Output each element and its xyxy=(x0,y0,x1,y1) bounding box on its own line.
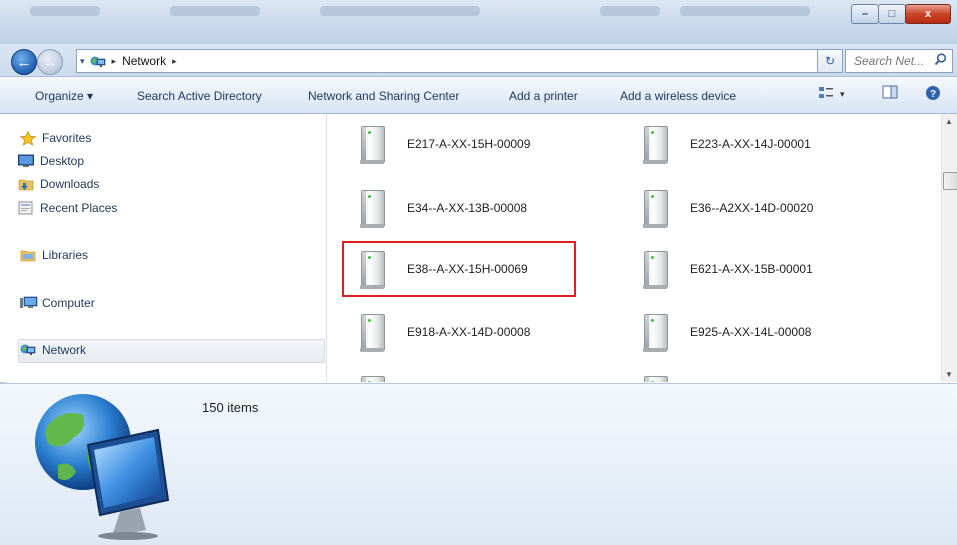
blurred-title-text xyxy=(680,6,810,16)
help-button[interactable]: ? xyxy=(925,85,941,104)
nav-item-label: Network xyxy=(42,343,87,357)
nav-item-label: Downloads xyxy=(40,177,100,191)
computer-name: E621-A-XX-15B-00001 xyxy=(690,262,813,276)
server-computer-icon xyxy=(640,124,670,164)
server-computer-icon xyxy=(357,312,387,352)
add-wireless-device-button[interactable]: Add a wireless device xyxy=(620,89,736,103)
computer-name: E223-A-XX-14J-00001 xyxy=(690,137,811,151)
computer-name: E36--A2XX-14D-00020 xyxy=(690,201,814,215)
computer-name: E925-A-XX-14L-00008 xyxy=(690,325,812,339)
network-icon xyxy=(20,343,36,357)
computer-tile[interactable]: E621-A-XX-15B-00001 xyxy=(640,249,813,289)
blurred-title-text xyxy=(170,6,260,16)
address-row: ← → ▾ ▸ Network ▸ ▾ ↻ xyxy=(0,44,957,77)
blurred-title-text xyxy=(30,6,100,16)
arrow-left-icon: ← xyxy=(16,53,32,71)
nav-item-label: Desktop xyxy=(40,154,85,168)
nav-item-label: Favorites xyxy=(42,131,92,145)
libraries-icon xyxy=(20,248,36,262)
star-icon xyxy=(19,130,37,146)
computer-icon xyxy=(20,296,38,310)
blurred-title-text xyxy=(320,6,480,16)
arrow-right-icon: → xyxy=(42,53,58,71)
nav-item-label: Recent Places xyxy=(40,201,118,215)
server-computer-icon xyxy=(640,374,670,382)
desktop-icon xyxy=(18,154,34,168)
network-globe-monitor-icon xyxy=(28,390,188,543)
server-computer-icon xyxy=(640,249,670,289)
scroll-up-arrow-icon[interactable]: ▲ xyxy=(945,117,953,126)
nav-item-network[interactable]: Network xyxy=(20,343,86,357)
nav-item-libraries[interactable]: Libraries xyxy=(20,248,88,262)
minimize-icon: – xyxy=(861,8,869,20)
title-bar[interactable]: – □ x xyxy=(0,0,957,44)
maximize-button[interactable]: □ xyxy=(878,4,906,24)
nav-item-label: Libraries xyxy=(42,248,89,262)
window-controls: – □ x xyxy=(851,4,951,24)
computer-tile[interactable]: E36--A2XX-14D-00020 xyxy=(640,188,813,228)
add-printer-button[interactable]: Add a printer xyxy=(509,89,578,103)
server-computer-icon xyxy=(357,124,387,164)
explorer-window: – □ x ← → ▾ ▸ Network ▸ ▾ ↻ Organize ▾ S xyxy=(0,0,957,545)
server-computer-icon xyxy=(357,374,387,382)
network-icon xyxy=(90,55,106,68)
refresh-button[interactable]: ↻ xyxy=(817,49,843,73)
close-button[interactable]: x xyxy=(905,4,951,24)
search-active-directory-button[interactable]: Search Active Directory xyxy=(137,89,262,103)
downloads-folder-icon xyxy=(18,177,34,191)
view-options: ▾ xyxy=(818,85,845,104)
server-computer-icon xyxy=(357,188,387,228)
nav-item-favorites[interactable]: Favorites xyxy=(19,130,92,146)
nav-item-desktop[interactable]: Desktop xyxy=(18,154,84,168)
preview-pane-toggle[interactable] xyxy=(882,85,898,102)
network-sharing-center-button[interactable]: Network and Sharing Center xyxy=(308,89,459,103)
forward-button[interactable]: → xyxy=(37,49,63,75)
computer-tile-partial[interactable] xyxy=(357,374,387,382)
search-box[interactable] xyxy=(845,49,953,73)
nav-item-label: Computer xyxy=(42,296,95,310)
minimize-button[interactable]: – xyxy=(851,4,879,24)
address-bar[interactable]: ▾ ▸ Network ▸ ▾ xyxy=(76,49,842,73)
recent-pages-chevron-icon[interactable]: ▾ xyxy=(80,56,85,67)
computer-tile[interactable]: E34--A-XX-13B-00008 xyxy=(357,188,527,228)
computer-tile[interactable]: E217-A-XX-15H-00009 xyxy=(357,124,530,164)
navigation-pane: Favorites Desktop Downloads Recent Place… xyxy=(0,114,327,382)
search-icon[interactable] xyxy=(934,53,947,69)
scroll-down-arrow-icon[interactable]: ▼ xyxy=(945,370,953,379)
refresh-icon: ↻ xyxy=(824,54,836,68)
computer-name: E217-A-XX-15H-00009 xyxy=(407,137,531,151)
vertical-scrollbar[interactable]: ▲ ▼ xyxy=(941,114,957,382)
computer-tile[interactable]: E918-A-XX-14D-00008 xyxy=(357,312,530,352)
breadcrumb-separator[interactable]: ▸ xyxy=(112,56,117,67)
nav-item-recent-places[interactable]: Recent Places xyxy=(18,201,117,215)
scrollbar-thumb[interactable] xyxy=(943,172,957,190)
computer-tile[interactable]: E223-A-XX-14J-00001 xyxy=(640,124,811,164)
breadcrumb-network[interactable]: Network xyxy=(122,54,166,68)
command-bar: Organize ▾ Search Active Directory Netwo… xyxy=(0,77,957,114)
maximize-icon: □ xyxy=(888,8,896,20)
details-pane: 150 items xyxy=(0,383,957,545)
computer-name: E918-A-XX-14D-00008 xyxy=(407,325,531,339)
server-computer-icon xyxy=(640,188,670,228)
nav-item-computer[interactable]: Computer xyxy=(20,296,95,310)
highlight-annotation-box xyxy=(342,241,576,297)
blurred-title-text xyxy=(600,6,660,16)
search-input[interactable] xyxy=(852,53,938,69)
nav-item-downloads[interactable]: Downloads xyxy=(18,177,99,191)
computer-tile[interactable]: E925-A-XX-14L-00008 xyxy=(640,312,811,352)
organize-menu[interactable]: Organize ▾ xyxy=(35,89,93,103)
recent-places-icon xyxy=(18,201,34,215)
server-computer-icon xyxy=(640,312,670,352)
back-button[interactable]: ← xyxy=(11,49,37,75)
view-dropdown-icon[interactable]: ▾ xyxy=(840,89,845,100)
computer-tile-partial[interactable] xyxy=(640,374,670,382)
preview-pane-icon xyxy=(882,85,898,102)
item-count: 150 items xyxy=(202,400,259,415)
close-icon: x xyxy=(924,8,932,20)
help-icon: ? xyxy=(925,85,941,104)
change-view-icon[interactable] xyxy=(818,85,834,104)
computer-name: E34--A-XX-13B-00008 xyxy=(407,201,528,215)
breadcrumb-separator[interactable]: ▸ xyxy=(172,56,177,67)
svg-text:?: ? xyxy=(930,89,936,100)
